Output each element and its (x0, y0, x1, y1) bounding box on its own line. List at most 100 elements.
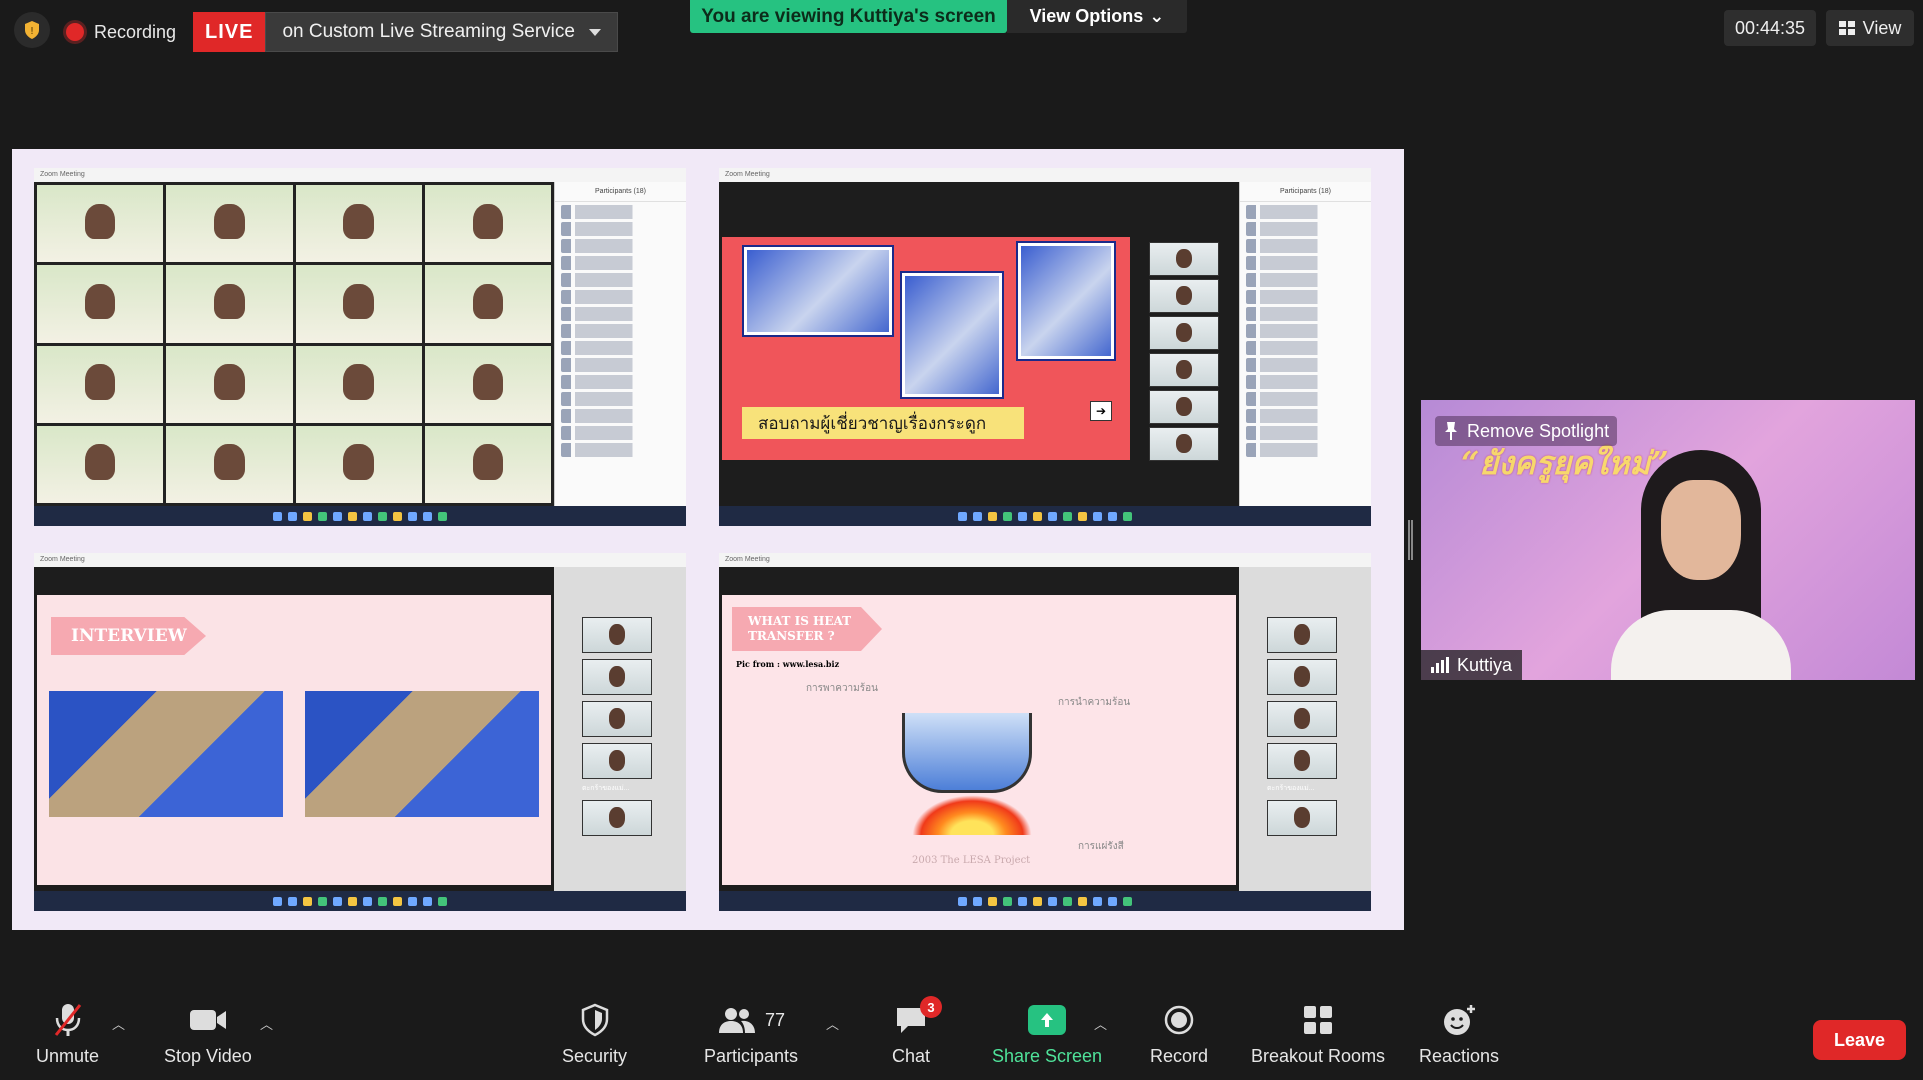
stop-video-button[interactable]: Stop Video (164, 1000, 252, 1067)
window-titlebar: Zoom Meeting (719, 168, 1371, 182)
flame-illustration (912, 795, 1032, 835)
label-radiation: การแผ่รังสี (1078, 841, 1124, 852)
video-thumbnail-strip (1149, 242, 1219, 464)
recording-dot-icon (66, 23, 84, 41)
participants-button[interactable]: 77 Participants (704, 1000, 798, 1067)
participants-panel-title: Participants (18) (555, 182, 686, 202)
participants-panel-title: Participants (18) (1240, 182, 1371, 202)
arrow-right-icon: ➔ (1090, 401, 1112, 421)
record-icon (1164, 1005, 1194, 1035)
window-titlebar: Zoom Meeting (34, 168, 686, 182)
unmute-label: Unmute (36, 1046, 100, 1066)
shared-tile-gallery: Zoom Meeting Participants (18) (34, 168, 686, 526)
security-label: Security (562, 1046, 628, 1066)
windows-taskbar (34, 891, 686, 911)
thumbnail-caption: ตะกร้าของแม่... (1267, 785, 1315, 792)
slide-footer: 2003 The LESA Project (912, 855, 1031, 866)
unmute-button[interactable]: Unmute (36, 1000, 99, 1067)
chevron-up-icon[interactable]: ︿ (260, 1014, 273, 1033)
slide-pink-background: WHAT IS HEAT TRANSFER ? Pic from : www.l… (722, 595, 1236, 885)
chevron-up-icon[interactable]: ︿ (1094, 1014, 1107, 1033)
view-layout-button[interactable]: View (1826, 10, 1914, 46)
meeting-timer: 00:44:35 (1724, 10, 1816, 46)
slide-red-background: สอบถามผู้เชี่ยวชาญเรื่องกระดูก ➔ (722, 237, 1130, 460)
slide-area: สอบถามผู้เชี่ยวชาญเรื่องกระดูก ➔ (719, 182, 1239, 506)
recording-indicator[interactable]: Recording (66, 14, 176, 50)
leave-button[interactable]: Leave (1813, 1020, 1906, 1060)
slide-pink-background: INTERVIEW (37, 595, 551, 885)
record-label: Record (1150, 1046, 1209, 1066)
panel-resize-handle[interactable] (1408, 520, 1413, 560)
window-titlebar: Zoom Meeting (719, 553, 1371, 567)
participant-name: Kuttiya (1457, 654, 1513, 675)
slide-area: WHAT IS HEAT TRANSFER ? Pic from : www.l… (719, 567, 1239, 891)
reactions-button[interactable]: Reactions (1419, 1000, 1499, 1067)
live-service-label: on Custom Live Streaming Service (282, 21, 575, 42)
record-button[interactable]: Record (1150, 1000, 1208, 1067)
shield-icon (581, 1003, 608, 1037)
participants-panel: Participants (18) (554, 182, 686, 506)
slide-caption: สอบถามผู้เชี่ยวชาญเรื่องกระดูก (742, 407, 1024, 439)
windows-taskbar (719, 891, 1371, 911)
participants-label: Participants (704, 1046, 799, 1066)
remove-spotlight-button[interactable]: Remove Spotlight (1435, 416, 1618, 446)
chevron-up-icon[interactable]: ︿ (112, 1014, 125, 1033)
windows-taskbar (34, 506, 686, 526)
share-screen-button[interactable]: Share Screen (992, 1000, 1102, 1067)
participant-video-feed (1611, 450, 1791, 680)
live-badge: LIVE (193, 12, 266, 52)
participants-count: 77 (765, 1009, 786, 1030)
breakout-rooms-icon (1304, 1006, 1333, 1034)
windows-taskbar (719, 506, 1371, 526)
slide-area: INTERVIEW (34, 567, 554, 891)
stop-video-label: Stop Video (164, 1046, 252, 1066)
thumbnail-caption: ตะกร้าของแม่... (582, 785, 630, 792)
view-options-button[interactable]: View Options ⌄ (1007, 0, 1187, 33)
chat-button[interactable]: 3 Chat (892, 996, 943, 1067)
live-stream-status[interactable]: LIVE on Custom Live Streaming Service (193, 12, 618, 52)
heat-tag-line1: WHAT IS HEAT (748, 614, 852, 628)
spotlight-video[interactable]: “ยังครูยุคใหม่” Remove Spotlight Kuttiya (1421, 400, 1915, 680)
svg-text:!: ! (30, 26, 34, 37)
chevron-up-icon[interactable]: ︿ (826, 1014, 839, 1033)
security-button[interactable]: Security (562, 1000, 627, 1067)
chevron-down-icon: ⌄ (1149, 6, 1165, 26)
slide-photo (900, 271, 1004, 399)
remove-spotlight-label: Remove Spotlight (1467, 420, 1610, 441)
slide-photo (49, 691, 283, 817)
picture-source: Pic from : www.lesa.biz (736, 659, 840, 669)
microphone-muted-icon (54, 1004, 81, 1036)
gallery-grid-icon (1838, 21, 1855, 35)
share-screen-label: Share Screen (992, 1046, 1103, 1066)
breakout-rooms-button[interactable]: Breakout Rooms (1251, 1000, 1385, 1067)
shared-tile-heat-transfer-slide: Zoom Meeting WHAT IS HEAT TRANSFER ? Pic… (719, 553, 1371, 911)
pin-icon (1445, 422, 1457, 440)
reactions-label: Reactions (1419, 1046, 1500, 1066)
shared-tile-interview-slide: Zoom Meeting INTERVIEW ตะกร้าของแม่... (34, 553, 686, 911)
caret-down-icon (588, 28, 601, 36)
viewing-screen-banner: You are viewing Kuttiya's screen (690, 0, 1007, 33)
label-conduction: การนำความร้อน (1058, 697, 1131, 708)
shared-screen-view[interactable]: Zoom Meeting Participants (18) Zoom Meet… (12, 149, 1404, 930)
share-screen-arrow-icon (1028, 1005, 1067, 1035)
slide-photo (305, 691, 539, 817)
video-camera-icon (189, 1010, 226, 1030)
encryption-shield-icon[interactable]: ! (14, 12, 50, 48)
view-options-label: View Options (1029, 6, 1144, 26)
shared-tile-expert-slide: Zoom Meeting สอบถามผู้เชี่ยวชาญเรื่องกระ… (719, 168, 1371, 526)
live-service-dropdown[interactable]: on Custom Live Streaming Service (265, 12, 618, 52)
chat-label: Chat (892, 1046, 931, 1066)
slide-photo (1016, 241, 1116, 361)
video-thumbnail-strip: ตะกร้าของแม่... (1267, 617, 1337, 842)
window-titlebar: Zoom Meeting (34, 553, 686, 567)
chat-unread-badge: 3 (920, 996, 943, 1018)
breakout-rooms-label: Breakout Rooms (1251, 1046, 1386, 1066)
meeting-toolbar: Unmute ︿ Stop Video ︿ Security 77 Partic… (0, 990, 1923, 1080)
participants-panel: Participants (18) (1239, 182, 1371, 506)
participants-icon (719, 1008, 755, 1033)
label-convection: การพาความร้อน (806, 683, 878, 694)
participant-name-tag: Kuttiya (1421, 650, 1523, 680)
interview-tag: INTERVIEW (51, 617, 206, 655)
boiling-pot-illustration (902, 713, 1032, 793)
heat-transfer-tag: WHAT IS HEAT TRANSFER ? (732, 607, 882, 651)
